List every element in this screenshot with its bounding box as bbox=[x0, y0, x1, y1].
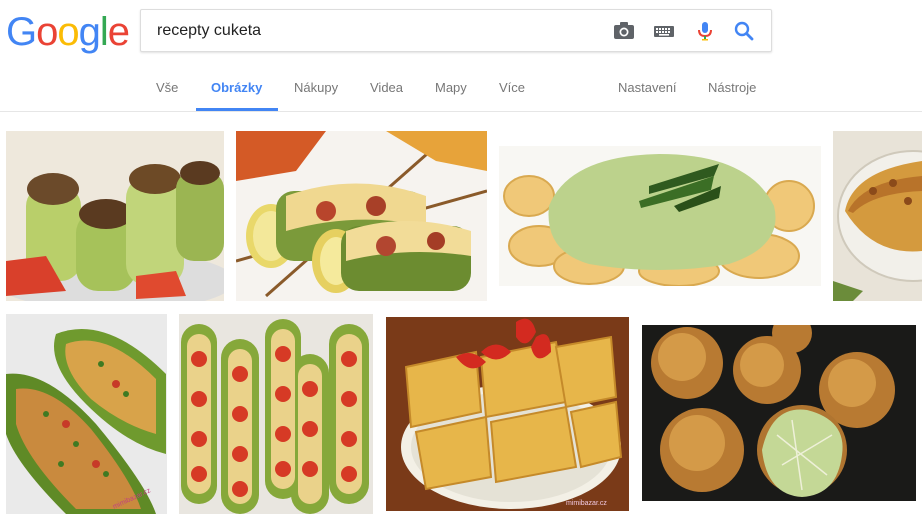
image-results-grid: mimibazar.cz mimibazar.cz bbox=[0, 112, 922, 519]
search-box[interactable]: recepty cuketa bbox=[140, 9, 772, 52]
tab-more[interactable]: Více bbox=[499, 80, 525, 95]
tab-settings[interactable]: Nastavení bbox=[618, 80, 677, 95]
image-result-zucchini-skewers[interactable] bbox=[236, 131, 487, 301]
google-logo[interactable]: Google bbox=[6, 10, 130, 54]
active-tab-indicator bbox=[196, 108, 278, 111]
search-tabs: Vše Obrázky Nákupy Videa Mapy Více Nasta… bbox=[0, 72, 922, 111]
logo-letter: l bbox=[99, 10, 109, 54]
microphone-icon[interactable] bbox=[694, 21, 716, 41]
tab-tools[interactable]: Nástroje bbox=[708, 80, 756, 95]
image-result-zucchini-tart[interactable] bbox=[833, 131, 922, 301]
logo-letter: e bbox=[107, 10, 130, 54]
logo-letter: G bbox=[6, 10, 37, 54]
logo-letter: o bbox=[57, 10, 79, 54]
camera-icon[interactable] bbox=[613, 21, 635, 41]
tab-all[interactable]: Vše bbox=[156, 80, 178, 95]
image-result-pasta-zucchini-sauce[interactable] bbox=[499, 146, 821, 286]
logo-letter: g bbox=[78, 10, 101, 54]
image-result-stuffed-zucchini[interactable] bbox=[6, 131, 224, 301]
tab-maps[interactable]: Mapy bbox=[435, 80, 467, 95]
search-icon[interactable] bbox=[733, 21, 755, 41]
watermark: mimibazar.cz bbox=[566, 500, 607, 507]
logo-letter: o bbox=[36, 10, 58, 54]
image-result-zucchini-bake-squares[interactable]: mimibazar.cz bbox=[386, 317, 629, 511]
keyboard-icon[interactable] bbox=[653, 21, 675, 41]
header: Google recepty cuketa Vše Obrázky Nákupy… bbox=[0, 0, 922, 112]
image-result-zucchini-balls[interactable] bbox=[642, 325, 916, 501]
tab-images[interactable]: Obrázky bbox=[211, 80, 262, 95]
tab-videos[interactable]: Videa bbox=[370, 80, 403, 95]
tab-shopping[interactable]: Nákupy bbox=[294, 80, 338, 95]
image-result-zucchini-pizza-boats[interactable] bbox=[179, 314, 373, 514]
search-input[interactable]: recepty cuketa bbox=[157, 22, 261, 40]
image-result-stuffed-zucchini-boats[interactable]: mimibazar.cz bbox=[6, 314, 167, 514]
